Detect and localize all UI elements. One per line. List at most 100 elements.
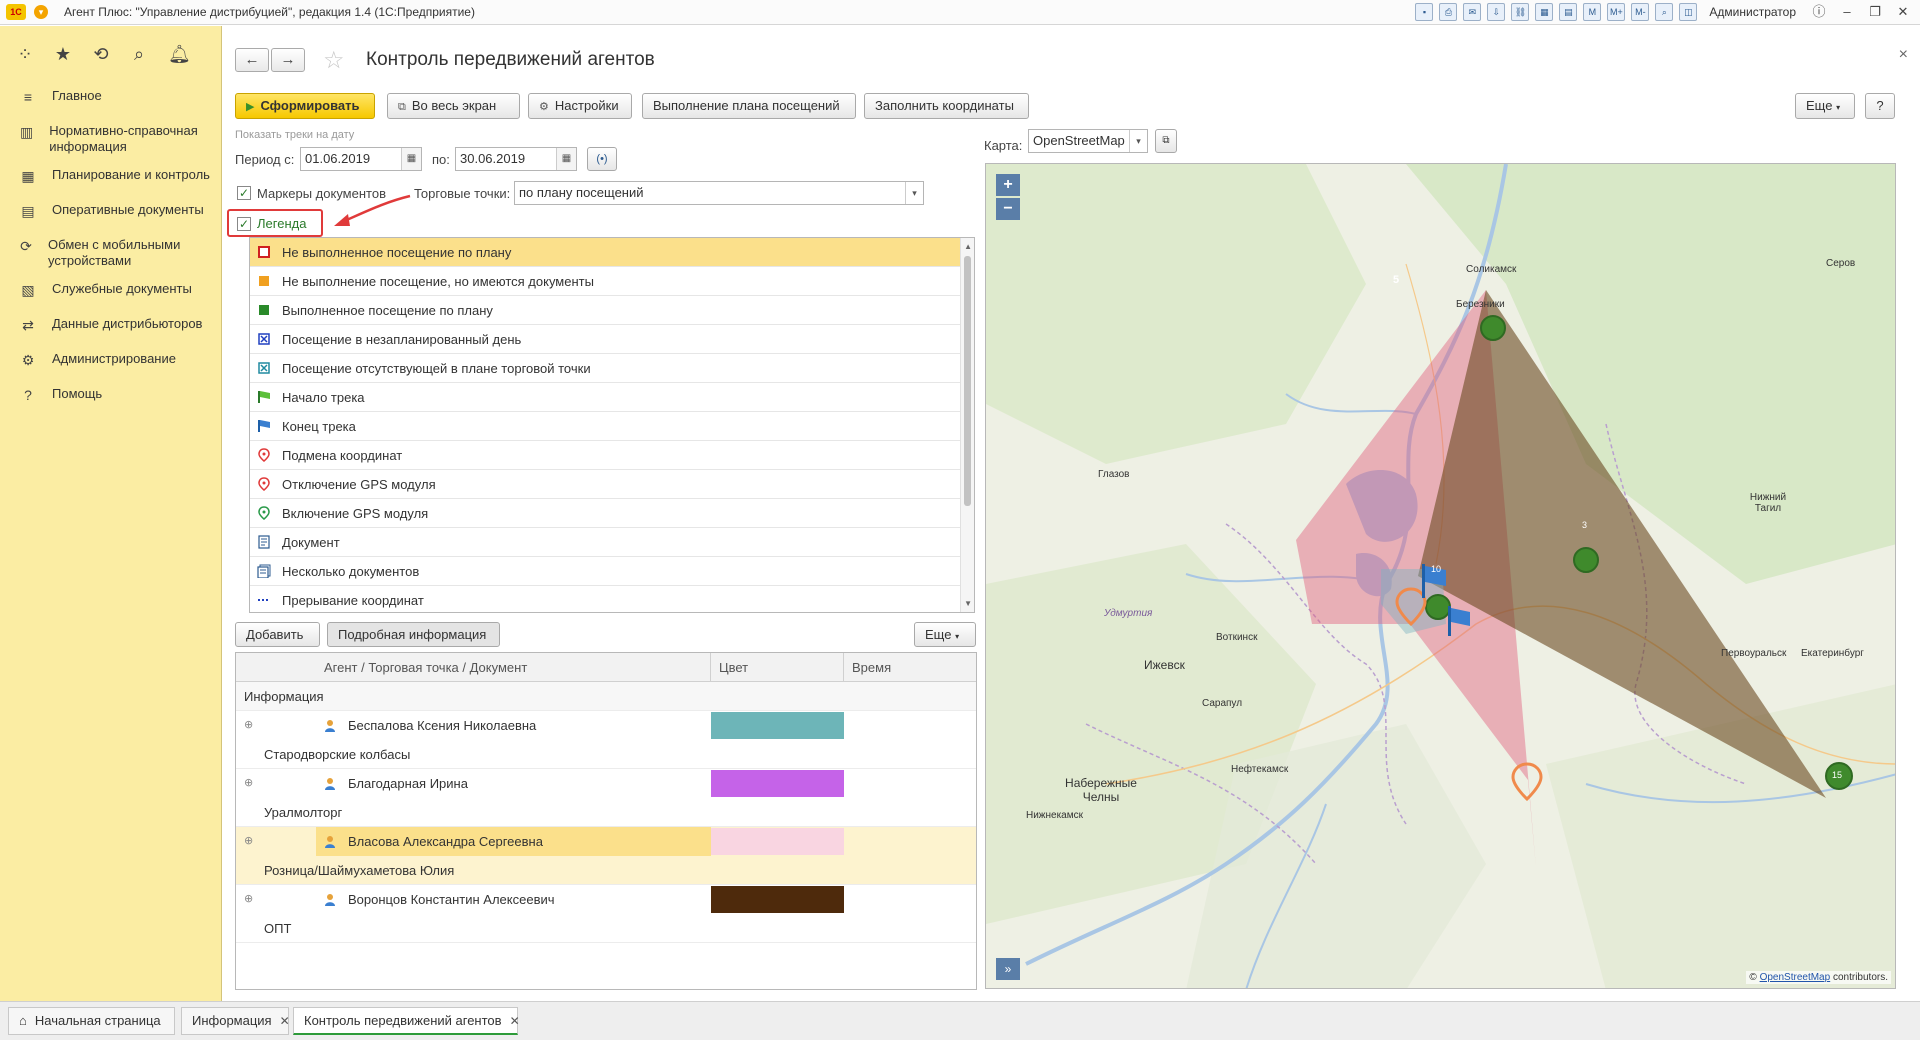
group-row[interactable]: Информация (236, 682, 976, 711)
scroll-down-icon[interactable]: ▼ (964, 599, 972, 608)
sidebar-item[interactable]: ⇄ Данные дистрибьюторов (0, 310, 221, 345)
column-header-agent[interactable]: Агент / Торговая точка / Документ (236, 653, 711, 682)
close-window-icon[interactable]: ✕ (1892, 3, 1914, 21)
calculator-icon[interactable]: ▤ (1559, 3, 1578, 21)
add-button[interactable]: Добавить (235, 622, 320, 647)
table-row[interactable]: ⊕ Воронцов Константин Алексеевич (236, 885, 976, 914)
legend-item[interactable]: Подмена координат (250, 441, 960, 470)
map-canvas[interactable] (986, 164, 1896, 989)
legend-item[interactable]: Посещение в незапланированный день (250, 325, 960, 354)
minimize-icon[interactable]: – (1836, 3, 1858, 21)
memory-m-icon[interactable]: M (1583, 3, 1602, 21)
map-provider-select[interactable]: OpenStreetMap ▾ (1028, 129, 1148, 153)
maximize-icon[interactable]: ❐ (1864, 3, 1886, 21)
legend-item[interactable]: Выполненное посещение по плану (250, 296, 960, 325)
color-swatch[interactable] (711, 712, 844, 739)
favorite-star-icon[interactable]: ☆ (323, 46, 345, 75)
expand-icon[interactable]: ⊕ (244, 885, 253, 914)
chevron-down-icon[interactable]: ▾ (905, 182, 923, 204)
legend-item[interactable]: Конец трека (250, 412, 960, 441)
scroll-thumb[interactable] (964, 256, 971, 506)
back-button[interactable]: ← (235, 48, 269, 72)
calendar-icon[interactable]: ▦ (1535, 3, 1554, 21)
memory-minus-icon[interactable]: M- (1631, 3, 1650, 21)
help-button[interactable]: ? (1865, 93, 1895, 119)
cluster-marker[interactable] (1425, 594, 1451, 620)
tab-agents-control[interactable]: Контроль передвижений агентов ✕ (293, 1007, 520, 1035)
fullscreen-button[interactable]: ⧉ Во весь экран (387, 93, 520, 119)
fill-coordinates-button[interactable]: Заполнить координаты (864, 93, 1029, 119)
favorites-star-icon[interactable]: ★ (54, 44, 72, 65)
table-row[interactable]: ⊕ Беспалова Ксения Николаевна (236, 711, 976, 740)
legend-label[interactable]: Легенда (257, 216, 306, 231)
legend-item[interactable]: Включение GPS модуля (250, 499, 960, 528)
legend-item[interactable]: Не выполнение посещение, но имеются доку… (250, 267, 960, 296)
search-icon[interactable]: ⌕ (130, 44, 148, 65)
zoom-in-button[interactable]: + (996, 174, 1020, 196)
legend-item[interactable]: Прерывание координат (250, 586, 960, 612)
map[interactable]: Соликамск Березники Серов Глазов Нижний Таги… (985, 163, 1896, 989)
info-icon[interactable]: ⓘ (1808, 3, 1830, 21)
table-row[interactable]: ОПТ (236, 914, 976, 943)
legend-checkbox[interactable]: ✓ (237, 217, 251, 231)
sidebar-item[interactable]: ▦ Планирование и контроль (0, 161, 221, 196)
calendar-icon[interactable]: ▦ (401, 148, 421, 170)
details-button[interactable]: Подробная информация (327, 622, 500, 647)
legend-item[interactable]: Посещение отсутствующей в плане торговой… (250, 354, 960, 383)
agents-table[interactable]: Агент / Торговая точка / Документ Цвет В… (235, 652, 977, 990)
table-row[interactable]: Стародворские колбасы (236, 740, 976, 769)
tab-info[interactable]: Информация ✕ (181, 1007, 290, 1035)
legend-item[interactable]: Отключение GPS модуля (250, 470, 960, 499)
markers-checkbox[interactable]: ✓ (237, 186, 251, 200)
sidebar-item[interactable]: ⚙ Администрирование (0, 345, 221, 380)
legend-item[interactable]: Не выполненное посещение по плану (250, 238, 960, 267)
mail-icon[interactable]: ✉ (1463, 3, 1482, 21)
color-swatch[interactable] (711, 770, 844, 797)
table-row[interactable]: ⊕ Власова Александра Сергеевна (236, 827, 976, 856)
save-icon[interactable]: ▪ (1415, 3, 1434, 21)
download-icon[interactable]: ⇩ (1487, 3, 1506, 21)
cluster-marker[interactable] (1480, 315, 1506, 341)
current-user[interactable]: Администратор (1709, 5, 1796, 19)
legend-item[interactable]: Начало трека (250, 383, 960, 412)
date-to-field[interactable]: 30.06.2019 ▦ (455, 147, 577, 171)
print-icon[interactable]: ⎙ (1439, 3, 1458, 21)
sidebar-item[interactable]: ? Помощь (0, 380, 221, 415)
link-icon[interactable]: ⛓ (1511, 3, 1530, 21)
memory-plus-icon[interactable]: M+ (1607, 3, 1626, 21)
cluster-marker[interactable] (1573, 547, 1599, 573)
legend-list[interactable]: Не выполненное посещение по плану Не выпо… (249, 237, 975, 613)
color-swatch[interactable] (711, 828, 844, 855)
expand-icon[interactable]: ⊕ (244, 711, 253, 740)
expand-icon[interactable]: ⊕ (244, 827, 253, 856)
visit-plan-button[interactable]: Выполнение плана посещений (642, 93, 856, 119)
scroll-up-icon[interactable]: ▲ (964, 242, 972, 251)
zoom-out-button[interactable]: − (996, 198, 1020, 220)
osm-link[interactable]: OpenStreetMap (1760, 972, 1831, 983)
map-expand-button[interactable]: » (996, 958, 1020, 980)
color-swatch[interactable] (711, 886, 844, 913)
panels-icon[interactable]: ◫ (1679, 3, 1698, 21)
calendar-icon[interactable]: ▦ (556, 148, 576, 170)
tab-home[interactable]: ⌂ Начальная страница (8, 1007, 175, 1035)
close-tab-icon[interactable]: ✕ (510, 1014, 520, 1028)
apps-grid-icon[interactable]: ⁘ (16, 44, 34, 65)
legend-item[interactable]: Несколько документов (250, 557, 960, 586)
more-button[interactable]: Еще ▾ (1795, 93, 1855, 119)
bell-icon[interactable]: 🔔︎ (168, 44, 191, 65)
legend-scrollbar[interactable]: ▲ ▼ (960, 238, 974, 612)
table-row[interactable]: Уралмолторг (236, 798, 976, 827)
sidebar-item[interactable]: ▧ Служебные документы (0, 275, 221, 310)
table-row[interactable]: Розница/Шаймухаметова Юлия (236, 856, 976, 885)
sidebar-item[interactable]: ≡ Главное (0, 82, 221, 117)
settings-button[interactable]: ⚙ Настройки (528, 93, 632, 119)
map-open-button[interactable]: ⧉ (1155, 129, 1177, 153)
zoom-icon[interactable]: ⌕ (1655, 3, 1674, 21)
legend-item[interactable]: Документ (250, 528, 960, 557)
history-icon[interactable]: ⟲ (92, 44, 110, 65)
period-select-button[interactable]: (•) (587, 147, 617, 171)
main-menu-icon[interactable]: ▾ (34, 5, 48, 19)
sidebar-item[interactable]: ▥ Нормативно-справочная информация (0, 117, 221, 161)
sidebar-item[interactable]: ▤ Оперативные документы (0, 196, 221, 231)
table-row[interactable]: ⊕ Благодарная Ирина (236, 769, 976, 798)
